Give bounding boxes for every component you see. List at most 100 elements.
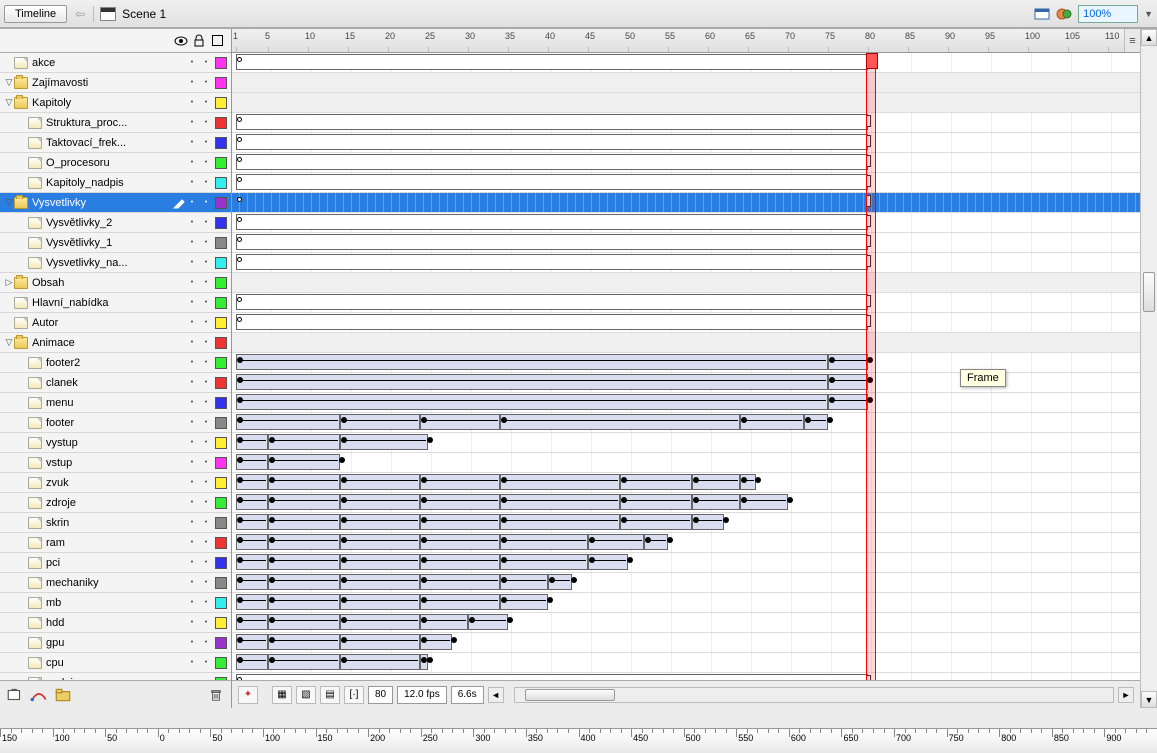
lock-toggle[interactable]: • bbox=[199, 359, 213, 366]
tracks-area[interactable]: Frame bbox=[232, 53, 1140, 680]
new-folder-icon[interactable] bbox=[54, 687, 72, 703]
lock-toggle[interactable]: • bbox=[199, 299, 213, 306]
edit-scene-icon[interactable] bbox=[1034, 6, 1050, 22]
track-row[interactable] bbox=[232, 513, 1140, 533]
lock-toggle[interactable]: • bbox=[199, 479, 213, 486]
track-row[interactable] bbox=[232, 573, 1140, 593]
visibility-toggle[interactable]: • bbox=[185, 519, 199, 526]
vertical-scrollbar[interactable]: ▲ ▼ bbox=[1140, 29, 1157, 708]
layer-folder[interactable]: ▽Vysvetlivky•• bbox=[0, 193, 231, 213]
lock-toggle[interactable]: • bbox=[199, 419, 213, 426]
layer-row[interactable]: vstup•• bbox=[0, 453, 231, 473]
lock-toggle[interactable]: • bbox=[199, 659, 213, 666]
layer-row[interactable]: Hlavní_nabídka•• bbox=[0, 293, 231, 313]
layer-folder[interactable]: ▽Kapitoly•• bbox=[0, 93, 231, 113]
track-row[interactable] bbox=[232, 593, 1140, 613]
layer-row[interactable]: footer•• bbox=[0, 413, 231, 433]
outline-color-swatch[interactable] bbox=[215, 437, 227, 449]
edit-symbols-icon[interactable] bbox=[1056, 6, 1072, 22]
track-row[interactable] bbox=[232, 393, 1140, 413]
layer-folder[interactable]: ▷Obsah•• bbox=[0, 273, 231, 293]
layer-row[interactable]: nadpis•• bbox=[0, 673, 231, 680]
lock-toggle[interactable]: • bbox=[199, 539, 213, 546]
outline-color-swatch[interactable] bbox=[215, 397, 227, 409]
onion-skin-outlines-icon[interactable]: ▧ bbox=[296, 686, 316, 704]
lock-toggle[interactable]: • bbox=[199, 459, 213, 466]
lock-toggle[interactable]: • bbox=[199, 559, 213, 566]
visibility-toggle[interactable]: • bbox=[185, 599, 199, 606]
visibility-toggle[interactable]: • bbox=[185, 139, 199, 146]
lock-all-icon[interactable] bbox=[191, 33, 207, 49]
layer-row[interactable]: mechaniky•• bbox=[0, 573, 231, 593]
outline-color-swatch[interactable] bbox=[215, 377, 227, 389]
folder-toggle-icon[interactable]: ▽ bbox=[4, 197, 14, 208]
visibility-toggle[interactable]: • bbox=[185, 479, 199, 486]
lock-toggle[interactable]: • bbox=[199, 259, 213, 266]
outline-color-swatch[interactable] bbox=[215, 317, 227, 329]
lock-toggle[interactable]: • bbox=[199, 679, 213, 680]
layer-row[interactable]: gpu•• bbox=[0, 633, 231, 653]
visibility-toggle[interactable]: • bbox=[185, 539, 199, 546]
lock-toggle[interactable]: • bbox=[199, 439, 213, 446]
outline-color-swatch[interactable] bbox=[215, 217, 227, 229]
visibility-toggle[interactable]: • bbox=[185, 319, 199, 326]
current-frame-field[interactable]: 80 bbox=[368, 686, 393, 704]
outline-color-swatch[interactable] bbox=[215, 577, 227, 589]
modify-markers-icon[interactable]: [·] bbox=[344, 686, 364, 704]
lock-toggle[interactable]: • bbox=[199, 499, 213, 506]
layer-folder[interactable]: ▽Zajímavosti•• bbox=[0, 73, 231, 93]
track-row[interactable] bbox=[232, 633, 1140, 653]
timeline-options-icon[interactable]: ≡ bbox=[1124, 29, 1140, 53]
lock-toggle[interactable]: • bbox=[199, 219, 213, 226]
track-row[interactable] bbox=[232, 93, 1140, 113]
stage-ruler[interactable]: 1501005005010015020025030035040045050055… bbox=[0, 728, 1157, 753]
lock-toggle[interactable]: • bbox=[199, 319, 213, 326]
outline-color-swatch[interactable] bbox=[215, 177, 227, 189]
visibility-toggle[interactable]: • bbox=[185, 299, 199, 306]
timeline-hscrollbar[interactable] bbox=[514, 687, 1114, 703]
outline-color-swatch[interactable] bbox=[215, 617, 227, 629]
lock-toggle[interactable]: • bbox=[199, 139, 213, 146]
layer-row[interactable]: Struktura_proc...•• bbox=[0, 113, 231, 133]
vscroll-down-icon[interactable]: ▼ bbox=[1141, 691, 1157, 708]
track-row[interactable] bbox=[232, 453, 1140, 473]
outline-color-swatch[interactable] bbox=[215, 537, 227, 549]
frame-rate-field[interactable]: 12.0 fps bbox=[397, 686, 447, 704]
layer-row[interactable]: akce•• bbox=[0, 53, 231, 73]
outline-color-swatch[interactable] bbox=[215, 197, 227, 209]
center-frame-icon[interactable]: ✦ bbox=[238, 686, 258, 704]
zoom-input[interactable] bbox=[1078, 5, 1138, 23]
track-row[interactable] bbox=[232, 113, 1140, 133]
outline-color-swatch[interactable] bbox=[215, 457, 227, 469]
layer-row[interactable]: Taktovací_frek...•• bbox=[0, 133, 231, 153]
layer-row[interactable]: vystup•• bbox=[0, 433, 231, 453]
outline-color-swatch[interactable] bbox=[215, 637, 227, 649]
track-row[interactable] bbox=[232, 193, 1140, 213]
outline-color-swatch[interactable] bbox=[215, 677, 227, 681]
lock-toggle[interactable]: • bbox=[199, 59, 213, 66]
lock-toggle[interactable]: • bbox=[199, 99, 213, 106]
onion-skin-icon[interactable]: ▦ bbox=[272, 686, 292, 704]
visibility-toggle[interactable]: • bbox=[185, 359, 199, 366]
track-row[interactable] bbox=[232, 333, 1140, 353]
visibility-toggle[interactable]: • bbox=[185, 419, 199, 426]
layer-row[interactable]: skrin•• bbox=[0, 513, 231, 533]
track-row[interactable] bbox=[232, 313, 1140, 333]
visibility-toggle[interactable]: • bbox=[185, 119, 199, 126]
layer-row[interactable]: zvuk•• bbox=[0, 473, 231, 493]
edit-multiple-frames-icon[interactable]: ▤ bbox=[320, 686, 340, 704]
layer-row[interactable]: menu•• bbox=[0, 393, 231, 413]
visibility-toggle[interactable]: • bbox=[185, 159, 199, 166]
outline-color-swatch[interactable] bbox=[215, 137, 227, 149]
track-row[interactable] bbox=[232, 273, 1140, 293]
layer-folder[interactable]: ▽Animace•• bbox=[0, 333, 231, 353]
visibility-toggle[interactable]: • bbox=[185, 179, 199, 186]
layer-row[interactable]: cpu•• bbox=[0, 653, 231, 673]
track-row[interactable] bbox=[232, 673, 1140, 680]
outline-color-swatch[interactable] bbox=[215, 337, 227, 349]
layer-row[interactable]: Vysvětlivky_1•• bbox=[0, 233, 231, 253]
outline-color-swatch[interactable] bbox=[215, 117, 227, 129]
outline-color-swatch[interactable] bbox=[215, 497, 227, 509]
new-motion-guide-icon[interactable] bbox=[30, 687, 48, 703]
lock-toggle[interactable]: • bbox=[199, 159, 213, 166]
